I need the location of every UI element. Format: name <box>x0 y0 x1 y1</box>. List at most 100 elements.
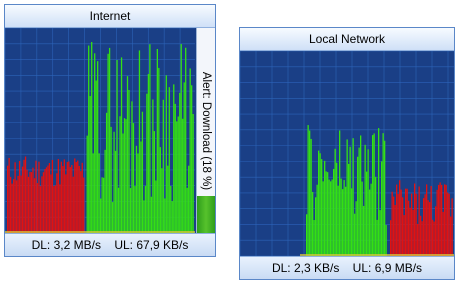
internet-widget[interactable]: Internet Alert: Download (18 %) DL: 3,2 … <box>4 4 216 257</box>
upload-bar <box>132 123 135 233</box>
upload-bar <box>146 93 148 233</box>
upload-bar <box>170 185 172 233</box>
download-bar <box>48 163 51 233</box>
upload-bar <box>357 156 359 256</box>
download-bar <box>424 194 426 256</box>
download-bar <box>80 171 82 233</box>
download-bar <box>391 191 393 256</box>
download-bar <box>60 161 62 233</box>
local-network-footer: DL: 2,3 KB/s UL: 6,9 MB/s <box>240 256 454 279</box>
download-bar <box>451 198 453 256</box>
download-bar <box>17 175 19 233</box>
upload-bar <box>354 213 356 256</box>
download-bar <box>411 193 413 256</box>
upload-bar <box>379 210 381 256</box>
upload-bar <box>158 67 160 233</box>
download-bar <box>39 186 42 233</box>
local-network-traffic-graph <box>240 51 454 256</box>
download-alert-fill <box>197 196 215 233</box>
upload-bar <box>168 87 170 233</box>
download-bar <box>430 186 432 256</box>
upload-bar <box>307 125 309 256</box>
download-bar <box>50 174 52 233</box>
download-bar <box>41 176 43 233</box>
upload-bar <box>119 116 121 233</box>
upload-bar <box>373 133 375 256</box>
download-bar <box>78 165 80 233</box>
upload-bar <box>177 116 179 233</box>
upload-bar <box>91 42 93 233</box>
download-bar <box>438 184 440 256</box>
upload-bar <box>122 133 124 233</box>
download-bar <box>38 161 40 233</box>
upload-bar <box>385 224 387 256</box>
download-bar <box>75 162 77 233</box>
upload-bar <box>159 147 161 233</box>
download-bar <box>42 172 45 233</box>
download-bar <box>448 193 450 256</box>
download-speed: 3,2 MB/s <box>53 238 101 252</box>
upload-bar <box>191 85 193 233</box>
upload-bar <box>174 103 176 233</box>
download-bar <box>33 178 36 233</box>
upload-bar <box>88 45 90 233</box>
upload-bar <box>128 89 130 233</box>
download-bar <box>450 216 452 256</box>
upload-bar <box>319 153 321 256</box>
download-bar <box>426 184 428 256</box>
upload-bar <box>324 160 326 256</box>
upload-bar <box>366 171 368 256</box>
download-bar <box>27 176 30 233</box>
upload-bar <box>327 172 329 256</box>
upload-bar <box>117 187 120 233</box>
download-bar <box>53 186 55 233</box>
upload-bar <box>92 153 94 233</box>
upload-bar <box>129 188 132 233</box>
download-bar <box>421 221 423 256</box>
upload-bar <box>375 176 377 256</box>
upload-speed: 6,9 MB/s <box>374 261 423 275</box>
upload-bar <box>114 150 117 233</box>
upload-bar <box>352 138 354 256</box>
local-network-widget[interactable]: Local Network DL: 2,3 KB/s UL: 6,9 MB/s <box>239 27 455 280</box>
upload-bar <box>179 92 181 233</box>
upload-bar <box>355 201 357 256</box>
upload-bar <box>161 168 163 233</box>
download-bar <box>396 184 398 256</box>
upload-bar <box>140 141 142 233</box>
upload-bar <box>86 135 88 233</box>
upload-bar <box>189 68 191 233</box>
upload-bar <box>331 179 333 256</box>
download-bar <box>414 183 416 256</box>
upload-bar <box>111 202 114 233</box>
download-bar <box>427 200 429 256</box>
download-bar <box>68 161 70 233</box>
upload-bar <box>141 111 144 233</box>
download-bar <box>397 193 399 256</box>
download-bar <box>11 183 13 233</box>
download-bar <box>23 159 25 233</box>
download-bar <box>62 166 64 233</box>
upload-bar <box>382 133 384 256</box>
download-bar <box>429 202 431 256</box>
upload-bar <box>138 50 141 233</box>
download-bar <box>420 215 422 256</box>
upload-bar <box>162 99 164 233</box>
download-bar <box>403 215 405 256</box>
upload-bar <box>309 130 311 256</box>
upload-bar <box>167 165 169 233</box>
download-bar <box>439 182 441 256</box>
upload-bar <box>152 99 154 233</box>
download-bar <box>418 186 420 256</box>
download-bar <box>30 172 33 233</box>
download-bar <box>20 175 22 233</box>
upload-bar <box>345 186 347 256</box>
upload-bar <box>156 48 158 233</box>
upload-bar <box>318 150 320 256</box>
download-bar <box>71 164 73 233</box>
download-bar <box>74 158 76 233</box>
upload-bar <box>171 201 173 233</box>
upload-bar <box>364 144 366 256</box>
upload-bar <box>173 84 175 233</box>
download-bar <box>390 220 392 256</box>
